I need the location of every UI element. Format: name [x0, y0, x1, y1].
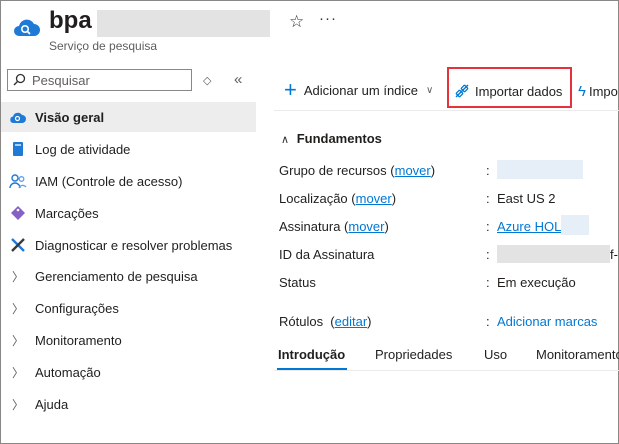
separator-colon: : — [486, 191, 490, 206]
add-tags-link[interactable]: Adicionar marcas — [497, 314, 597, 329]
essentials-title: Fundamentos — [296, 131, 382, 146]
chevron-right-icon: 〉 — [11, 301, 24, 316]
sidebar-item-label: Diagnosticar e resolver problemas — [35, 237, 233, 253]
move-location-link[interactable]: mover — [356, 191, 392, 206]
lightning-icon: ϟ — [578, 82, 586, 100]
essentials-toggle[interactable]: ∧ Fundamentos — [281, 131, 382, 146]
sidebar-item-tags[interactable]: Marcações — [1, 198, 256, 228]
status-label: Status — [279, 275, 316, 290]
book-icon — [1, 141, 35, 157]
tag-icon — [1, 205, 35, 221]
import-vectorize-button[interactable]: ϟ Impo — [578, 81, 618, 101]
search-service-cloud-icon — [11, 12, 41, 42]
sidebar-item-overview[interactable]: Visão geral — [1, 102, 256, 132]
sidebar-item-search-management[interactable]: 〉 Gerenciamento de pesquisa — [1, 261, 256, 291]
sidebar-item-label: Monitoramento — [35, 332, 122, 348]
separator-colon: : — [486, 219, 490, 234]
people-icon — [1, 173, 35, 189]
subscription-label: Assinatura (mover) — [279, 219, 389, 234]
separator-colon: : — [486, 275, 490, 290]
favorite-star-icon[interactable]: ☆ — [289, 12, 304, 32]
sidebar-item-label: Ajuda — [35, 396, 69, 412]
import-data-button[interactable]: Importar dados — [454, 81, 562, 101]
sidebar-item-label: IAM (Controle de acesso) — [35, 173, 183, 189]
redacted-subscription-suffix — [561, 215, 589, 235]
resource-name: bpa — [49, 7, 92, 34]
sidebar-item-label: Marcações — [35, 205, 99, 221]
subscription-id-label: ID da Assinatura — [279, 247, 375, 262]
expand-collapse-icon[interactable]: ◇ — [203, 74, 211, 87]
status-value: Em execução — [497, 275, 576, 290]
subscription-link[interactable]: Azure HOL — [497, 219, 561, 234]
tab-monitoring[interactable]: Monitoramento — [536, 347, 619, 362]
sidebar-item-monitoring[interactable]: 〉 Monitoramento — [1, 325, 256, 355]
separator-colon: : — [486, 163, 490, 178]
sidebar-item-settings[interactable]: 〉 Configurações — [1, 293, 256, 323]
sidebar-item-activity-log[interactable]: Log de atividade — [1, 134, 256, 164]
redacted-name-block — [97, 10, 270, 37]
location-label: Localização (mover) — [279, 191, 397, 206]
add-index-button[interactable]: + Adicionar um índice ∨ — [284, 79, 433, 101]
tags-label: Rótulos (editar) — [279, 314, 372, 329]
plug-link-icon — [455, 84, 469, 98]
sidebar-item-label: Automação — [35, 364, 101, 380]
sidebar-item-label: Configurações — [35, 300, 119, 316]
chevron-right-icon: 〉 — [11, 365, 24, 380]
move-subscription-link[interactable]: mover — [348, 219, 384, 234]
collapse-menu-icon[interactable]: « — [234, 71, 242, 88]
sidebar-item-label: Gerenciamento de pesquisa — [35, 268, 198, 284]
tab-properties[interactable]: Propriedades — [375, 347, 452, 362]
sidebar-item-label: Log de atividade — [35, 141, 131, 157]
search-icon — [13, 73, 26, 91]
move-resource-group-link[interactable]: mover — [395, 163, 431, 178]
edit-tags-link[interactable]: editar — [335, 314, 368, 329]
sidebar-item-diagnose[interactable]: Diagnosticar e resolver problemas — [1, 230, 256, 260]
more-options-icon[interactable]: ··· — [319, 10, 337, 27]
chevron-up-icon: ∧ — [281, 134, 290, 146]
sidebar-item-help[interactable]: 〉 Ajuda — [1, 389, 256, 419]
subscription-id-tail: f- — [610, 247, 618, 262]
plus-icon: + — [284, 77, 297, 102]
sidebar-item-automation[interactable]: 〉 Automação — [1, 357, 256, 387]
redacted-resource-group-link[interactable] — [497, 160, 583, 179]
location-value: East US 2 — [497, 191, 556, 206]
cloud-icon — [1, 110, 35, 124]
import-more-label: Impo — [588, 83, 618, 99]
tab-usage[interactable]: Uso — [484, 347, 507, 362]
resource-type: Serviço de pesquisa — [49, 39, 158, 53]
tab-divider — [274, 370, 619, 371]
toolbar-divider — [274, 110, 619, 111]
sidebar-item-iam[interactable]: IAM (Controle de acesso) — [1, 166, 256, 196]
chevron-right-icon: 〉 — [11, 333, 24, 348]
tab-introduction[interactable]: Introdução — [278, 347, 345, 362]
sidebar-item-label: Visão geral — [35, 109, 105, 125]
chevron-down-icon: ∨ — [426, 84, 434, 96]
search-placeholder: Pesquisar — [32, 73, 90, 88]
wrench-icon — [1, 237, 35, 253]
chevron-right-icon: 〉 — [11, 397, 24, 412]
import-data-label: Importar dados — [475, 83, 563, 99]
separator-colon: : — [486, 247, 490, 262]
search-input[interactable]: Pesquisar — [7, 69, 192, 91]
add-index-label: Adicionar um índice — [303, 82, 419, 98]
chevron-right-icon: 〉 — [11, 269, 24, 284]
resource-group-label: Grupo de recursos (mover) — [279, 163, 436, 178]
redacted-subscription-id — [497, 245, 610, 263]
separator-colon: : — [486, 314, 490, 329]
